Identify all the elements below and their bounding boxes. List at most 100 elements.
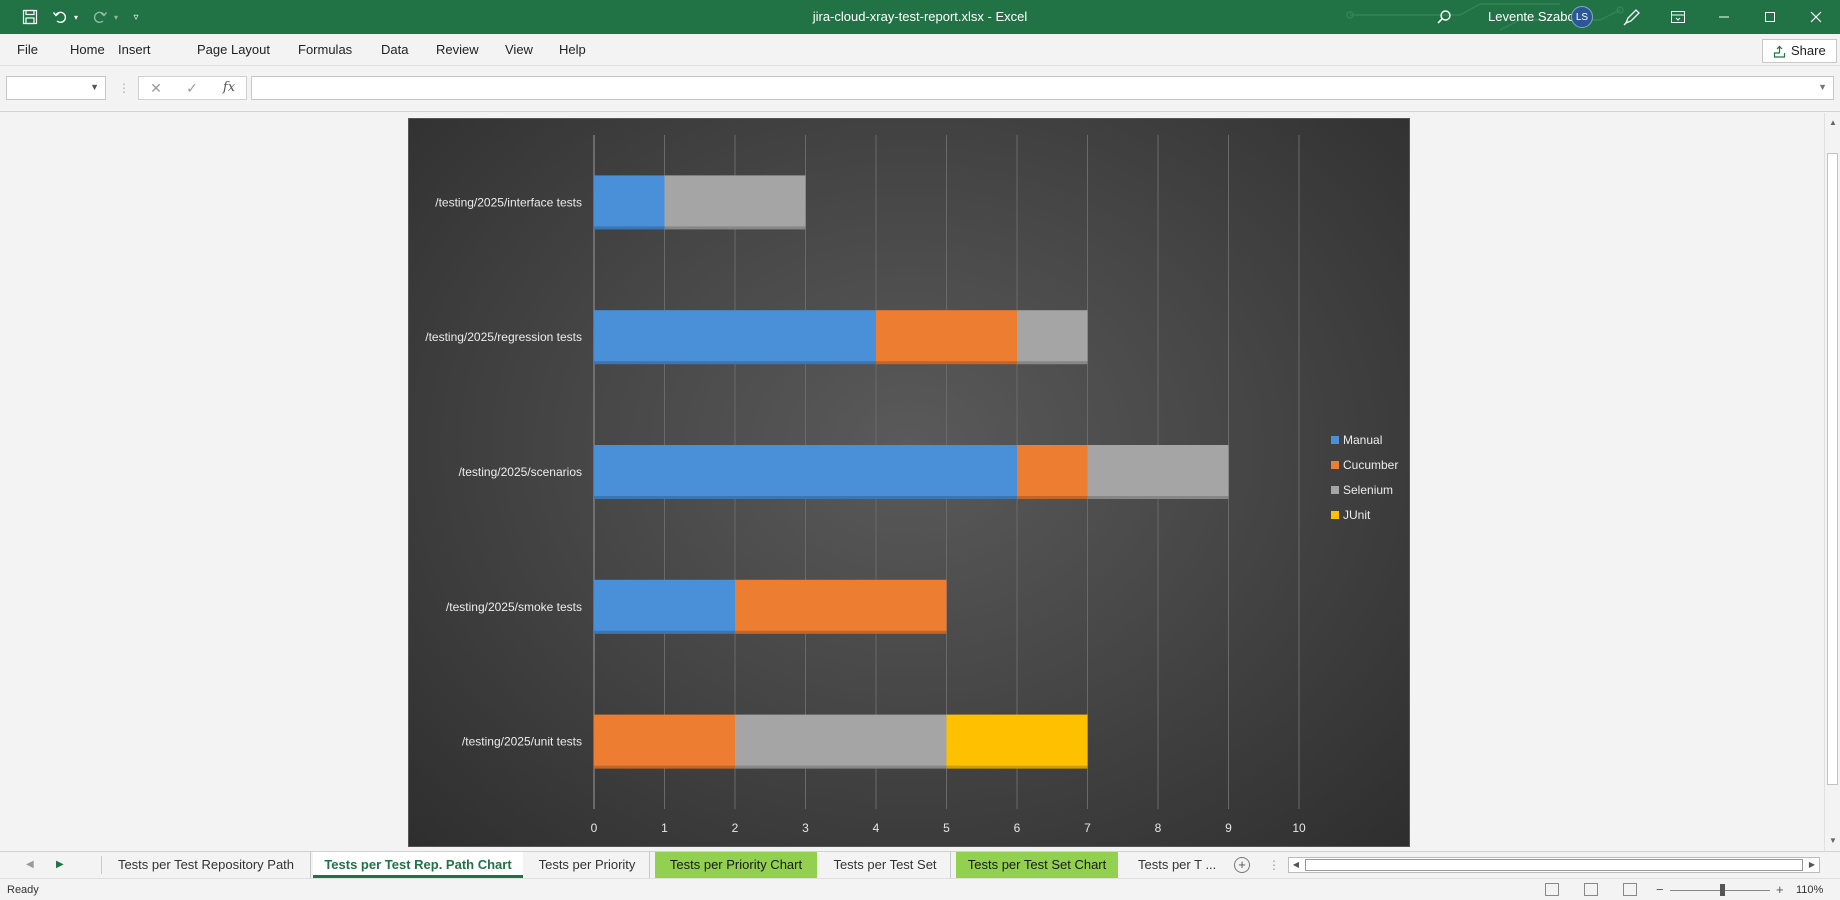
legend-swatch-junit — [1331, 511, 1339, 519]
x-tick-label-7: 7 — [1084, 821, 1091, 835]
menu-page-layout[interactable]: Page Layout — [197, 34, 270, 66]
customize-toolbar-icon[interactable]: ▿ — [128, 0, 144, 34]
horizontal-scrollbar[interactable]: ◀ ▶ — [1288, 857, 1820, 873]
x-tick-label-4: 4 — [873, 821, 880, 835]
user-name[interactable]: Levente Szabo — [1488, 0, 1575, 34]
ribbon-display-options-icon[interactable] — [1655, 0, 1701, 34]
menu-review[interactable]: Review — [436, 34, 479, 66]
tab-scroll-left-icon[interactable]: ◀ — [26, 852, 34, 878]
menu-help[interactable]: Help — [559, 34, 586, 66]
sheet-tab-bar: ◀ ▶ Tests per Test Repository Path Tests… — [0, 851, 1840, 878]
more-options-icon[interactable]: ⋮ — [118, 76, 130, 100]
bar-cucumber-testing-2025-unit-tests[interactable] — [594, 714, 735, 769]
horizontal-scroll-thumb[interactable] — [1305, 859, 1803, 871]
bar-selenium-testing-2025-regression-tests[interactable] — [1017, 310, 1088, 365]
enter-icon[interactable]: ✓ — [184, 76, 200, 100]
zoom-slider-thumb[interactable] — [1720, 884, 1725, 896]
bar-manual-testing-2025-scenarios[interactable] — [594, 445, 1017, 499]
pen-icon[interactable] — [1620, 0, 1644, 34]
menu-home[interactable]: Home — [70, 34, 105, 66]
bar-cucumber-testing-2025-scenarios[interactable] — [1017, 445, 1088, 499]
bar-manual-testing-2025-smoke-tests[interactable] — [594, 579, 735, 634]
name-box[interactable]: ▼ — [6, 76, 106, 100]
tab-tests-per-test-rep-path-chart[interactable]: Tests per Test Rep. Path Chart — [313, 852, 523, 878]
undo-dropdown-icon[interactable]: ▾ — [71, 0, 81, 34]
bar-manual-testing-2025-regression-tests[interactable] — [594, 310, 876, 365]
bar-shade-selenium-testing-2025-interface-tests — [664, 226, 806, 230]
category-label-testing-2025-unit-tests: /testing/2025/unit tests — [462, 735, 582, 749]
maximize-icon[interactable] — [1747, 0, 1793, 34]
x-tick-label-0: 0 — [591, 821, 598, 835]
scroll-left-icon[interactable]: ◀ — [1289, 858, 1303, 872]
zoom-out-icon[interactable]: − — [1656, 879, 1664, 900]
legend-label-selenium: Selenium — [1343, 483, 1393, 497]
bar-cucumber-testing-2025-smoke-tests[interactable] — [735, 579, 947, 634]
bar-selenium-testing-2025-scenarios[interactable] — [1087, 445, 1229, 499]
bar-shade-manual-testing-2025-smoke-tests — [594, 630, 735, 634]
name-box-dropdown-icon[interactable]: ▼ — [90, 82, 99, 92]
share-icon — [1773, 45, 1786, 58]
vertical-scrollbar[interactable]: ▲ ▼ — [1824, 113, 1840, 851]
menu-insert[interactable]: Insert — [118, 34, 151, 66]
bar-shade-selenium-testing-2025-scenarios — [1087, 496, 1229, 499]
status-text: Ready — [7, 884, 39, 896]
cancel-icon[interactable]: ✕ — [148, 76, 164, 100]
scroll-right-icon[interactable]: ▶ — [1805, 858, 1819, 872]
bar-junit-testing-2025-unit-tests[interactable] — [946, 714, 1088, 769]
vertical-scroll-thumb[interactable] — [1827, 153, 1838, 785]
redo-dropdown-icon[interactable]: ▾ — [111, 0, 121, 34]
bar-shade-manual-testing-2025-scenarios — [594, 496, 1017, 499]
tab-tests-per-test-set-chart[interactable]: Tests per Test Set Chart — [956, 852, 1118, 878]
zoom-level[interactable]: 110% — [1796, 879, 1823, 900]
bar-shade-selenium-testing-2025-regression-tests — [1017, 361, 1088, 365]
category-label-testing-2025-interface-tests: /testing/2025/interface tests — [435, 195, 582, 209]
tab-tests-per-priority-chart[interactable]: Tests per Priority Chart — [655, 852, 817, 878]
legend-label-manual: Manual — [1343, 433, 1382, 447]
bar-shade-manual-testing-2025-interface-tests — [594, 226, 665, 230]
normal-view-icon[interactable] — [1545, 883, 1559, 896]
bar-shade-cucumber-testing-2025-regression-tests — [876, 361, 1017, 365]
x-tick-label-6: 6 — [1014, 821, 1021, 835]
legend-label-cucumber: Cucumber — [1343, 458, 1398, 472]
menu-file[interactable]: File — [17, 34, 38, 66]
tab-tests-per-priority[interactable]: Tests per Priority — [525, 852, 650, 878]
bar-shade-manual-testing-2025-regression-tests — [594, 361, 876, 365]
tab-tests-per-test-repository-path[interactable]: Tests per Test Repository Path — [102, 852, 311, 878]
scroll-down-icon[interactable]: ▼ — [1825, 833, 1840, 849]
bar-manual-testing-2025-interface-tests[interactable] — [594, 175, 665, 230]
menu-view[interactable]: View — [505, 34, 533, 66]
page-layout-view-icon[interactable] — [1584, 883, 1598, 896]
bar-cucumber-testing-2025-regression-tests[interactable] — [876, 310, 1017, 365]
stacked-bar-chart[interactable]: 0 1 2 3 4 5 6 7 8 9 10/testing/2025/interface test… — [409, 119, 1410, 847]
bar-selenium-testing-2025-interface-tests[interactable] — [664, 175, 806, 230]
bar-shade-cucumber-testing-2025-smoke-tests — [735, 630, 947, 634]
scroll-up-icon[interactable]: ▲ — [1825, 115, 1840, 131]
page-break-preview-icon[interactable] — [1623, 883, 1637, 896]
insert-function-button[interactable]: fx — [220, 76, 238, 100]
tab-tests-per-test-set[interactable]: Tests per Test Set — [820, 852, 951, 878]
chart-area[interactable]: 0 1 2 3 4 5 6 7 8 9 10/testing/2025/interface test… — [408, 118, 1410, 847]
share-button[interactable]: Share — [1762, 39, 1837, 63]
redo-icon[interactable] — [88, 0, 112, 34]
expand-formula-bar-icon[interactable]: ▼ — [1818, 82, 1827, 92]
tab-scroll-right-icon[interactable]: ▶ — [56, 852, 64, 878]
menu-formulas[interactable]: Formulas — [298, 34, 352, 66]
ribbon-tabs: File Home Insert Page Layout Formulas Da… — [0, 34, 1840, 66]
menu-data[interactable]: Data — [381, 34, 408, 66]
zoom-in-icon[interactable]: + — [1776, 879, 1784, 900]
bar-selenium-testing-2025-unit-tests[interactable] — [735, 714, 947, 769]
close-icon[interactable] — [1793, 0, 1839, 34]
save-icon[interactable] — [18, 0, 42, 34]
legend-swatch-selenium — [1331, 486, 1339, 494]
add-sheet-icon[interactable]: + — [1234, 857, 1250, 873]
formula-input[interactable]: ▼ — [251, 76, 1834, 100]
tab-split-handle-icon[interactable]: ⋮ — [1268, 852, 1280, 878]
x-tick-label-9: 9 — [1225, 821, 1232, 835]
undo-icon[interactable] — [48, 0, 72, 34]
search-icon[interactable] — [1432, 0, 1456, 34]
minimize-icon[interactable] — [1701, 0, 1747, 34]
category-label-testing-2025-smoke-tests: /testing/2025/smoke tests — [446, 600, 582, 614]
avatar[interactable]: LS — [1571, 6, 1593, 28]
tab-tests-per-t[interactable]: Tests per T ... — [1128, 852, 1228, 878]
title-bar: ▾ ▾ ▿ jira-cloud-xray-test-report.xlsx -… — [0, 0, 1840, 34]
